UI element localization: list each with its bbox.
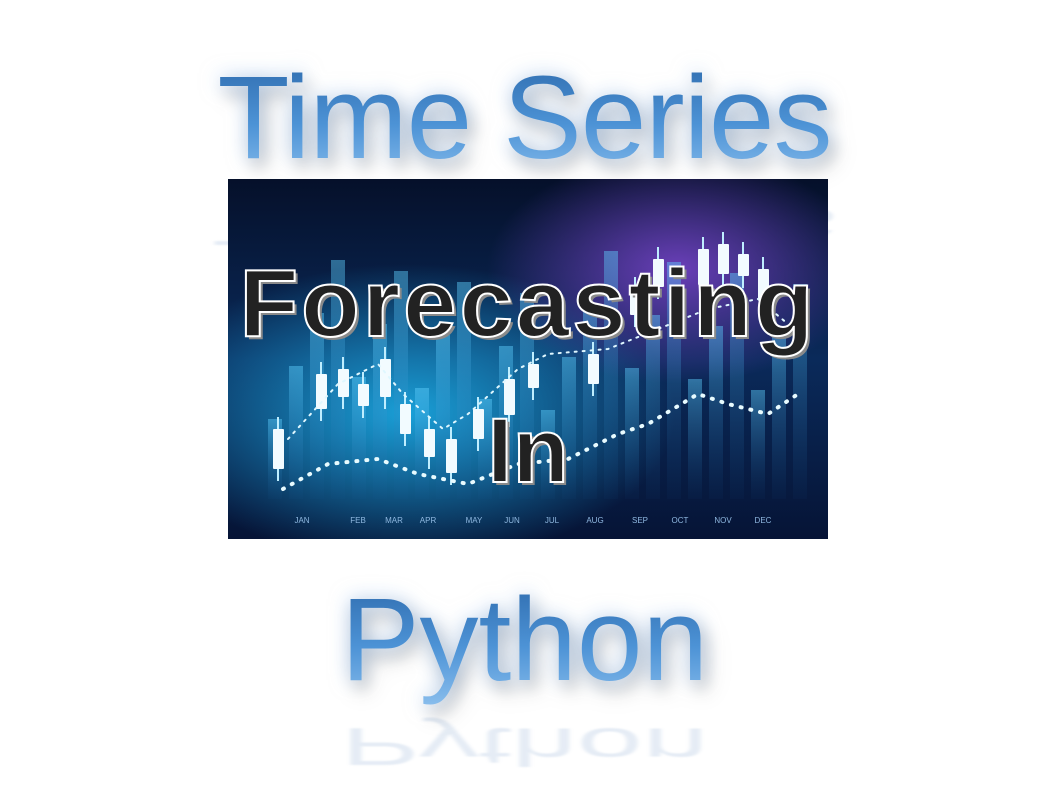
month-label: APR bbox=[420, 516, 437, 525]
month-label: AUG bbox=[586, 516, 603, 525]
title-time-series: Time Series bbox=[0, 48, 1049, 188]
month-label: JAN bbox=[294, 516, 309, 525]
slide: Time Series Time Series JANFEBMARAPRMAYJ… bbox=[0, 0, 1049, 787]
month-label: JUL bbox=[545, 516, 560, 525]
overlay-text-forecasting: Forecasting bbox=[238, 249, 817, 358]
month-label: OCT bbox=[672, 516, 689, 525]
title-bottom-reflection: Python bbox=[340, 716, 709, 777]
month-axis-labels: JAN FEB MAR APR MAY JUN JUL AUG SEP OCT NOV DEC bbox=[294, 516, 771, 525]
title-python: Python bbox=[0, 570, 1049, 710]
month-label: JUN bbox=[504, 516, 520, 525]
overlay-text-in: In bbox=[486, 400, 570, 502]
month-label: DEC bbox=[755, 516, 772, 525]
stock-chart-background-image: JAN FEB MAR APR MAY JUN JUL AUG SEP OCT NOV DEC For… bbox=[228, 179, 828, 539]
month-label: MAR bbox=[385, 516, 403, 525]
month-label: SEP bbox=[632, 516, 648, 525]
month-label: NOV bbox=[714, 516, 732, 525]
month-label: MAY bbox=[466, 516, 483, 525]
month-label: FEB bbox=[350, 516, 366, 525]
